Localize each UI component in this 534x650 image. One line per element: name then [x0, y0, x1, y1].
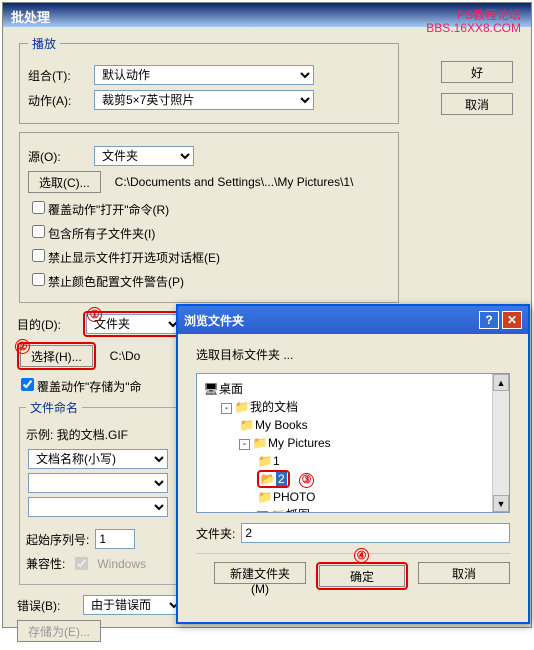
suppress-open-dialog-checkbox[interactable] [32, 249, 45, 262]
source-group: 源(O): 文件夹 选取(C)... C:\Documents and Sett… [19, 132, 399, 303]
folder-field[interactable] [241, 523, 510, 543]
errors-select[interactable]: 由于错误而 [83, 595, 183, 615]
tree-node-1[interactable]: 📁1 [257, 452, 503, 470]
errors-save-button: 存储为(E)... [17, 620, 101, 642]
source-choose-button[interactable]: 选取(C)... [28, 171, 101, 193]
suppress-color-warning-checkbox[interactable] [32, 273, 45, 286]
scroll-down-icon[interactable]: ▼ [493, 495, 509, 512]
override-save-checkbox[interactable] [21, 378, 34, 391]
errors-label: 错误(B): [17, 597, 77, 614]
browse-folder-dialog: 浏览文件夹 ? ✕ 选取目标文件夹 ... 🖥桌面 -📁我的文档 📁My Boo… [176, 304, 530, 624]
folder-field-label: 文件夹: [196, 525, 235, 542]
include-subfolders-checkbox[interactable] [32, 225, 45, 238]
browse-prompt: 选取目标文件夹 ... [196, 346, 510, 363]
dest-path: C:\Do [110, 349, 141, 363]
set-select[interactable]: 默认动作 [94, 65, 314, 85]
tree-scrollbar[interactable]: ▲ ▼ [492, 374, 509, 512]
compat-label: 兼容性: [26, 555, 65, 572]
annot-1: ① [87, 307, 102, 322]
source-path: C:\Documents and Settings\...\My Picture… [115, 175, 354, 189]
annot-4: ④ [354, 548, 369, 563]
naming-select-2[interactable] [28, 473, 168, 493]
source-label: 源(O): [28, 148, 88, 165]
help-button[interactable]: ? [479, 311, 499, 329]
close-button[interactable]: ✕ [502, 311, 522, 329]
browse-title-bar: 浏览文件夹 ? ✕ [178, 306, 528, 334]
tree-node-mydocs[interactable]: -📁我的文档 📁My Books -📁My Pictures 📁1 📂2 [221, 398, 503, 513]
tree-node-mypics[interactable]: -📁My Pictures 📁1 📂2 ③ 📁PHOTO [239, 434, 503, 513]
start-seq-label: 起始序列号: [26, 531, 89, 548]
scroll-up-icon[interactable]: ▲ [493, 374, 509, 391]
naming-select-1[interactable]: 文档名称(小写) [28, 449, 168, 469]
action-label: 动作(A): [28, 92, 88, 109]
annot-3: ③ [299, 473, 314, 488]
folder-tree[interactable]: 🖥桌面 -📁我的文档 📁My Books -📁My Pictures 📁1 [196, 373, 510, 513]
tree-node-desktop[interactable]: 🖥桌面 -📁我的文档 📁My Books -📁My Pictures 📁1 [203, 380, 503, 513]
override-open-checkbox[interactable] [32, 201, 45, 214]
naming-select-3[interactable] [28, 497, 168, 517]
new-folder-button[interactable]: 新建文件夹(M) [214, 562, 306, 584]
source-select[interactable]: 文件夹 [94, 146, 194, 166]
dest-label: 目的(D): [17, 316, 77, 333]
naming-group: 文件命名 示例: 我的文档.GIF 文档名称(小写) 起始序列号: 兼容性: W… [19, 399, 179, 585]
tree-node-2[interactable]: 📂2 ③ [257, 470, 503, 488]
annot-2: ② [15, 339, 30, 354]
start-seq-input[interactable] [95, 529, 135, 549]
cancel-button[interactable]: 取消 [441, 93, 513, 115]
set-label: 组合(T): [28, 67, 88, 84]
compat-win-checkbox [75, 557, 88, 570]
action-select[interactable]: 裁剪5×7英寸照片 [94, 90, 314, 110]
dest-choose-button[interactable]: 选择(H)... [20, 345, 93, 367]
browse-ok-button[interactable]: 确定 [319, 565, 405, 587]
browse-cancel-button[interactable]: 取消 [418, 562, 510, 584]
tree-node-mybooks[interactable]: 📁My Books [239, 416, 503, 434]
tree-node-photo[interactable]: 📁PHOTO [257, 488, 503, 506]
watermark: PS教程论坛 BBS.16XX8.COM [426, 9, 521, 35]
naming-example: 示例: 我的文档.GIF [26, 426, 172, 443]
tree-node-snap[interactable]: +📁抓图 [257, 506, 503, 513]
play-legend: 播放 [28, 35, 60, 52]
play-group: 播放 组合(T): 默认动作 动作(A): 裁剪5×7英寸照片 [19, 35, 399, 124]
ok-button[interactable]: 好 [441, 61, 513, 83]
